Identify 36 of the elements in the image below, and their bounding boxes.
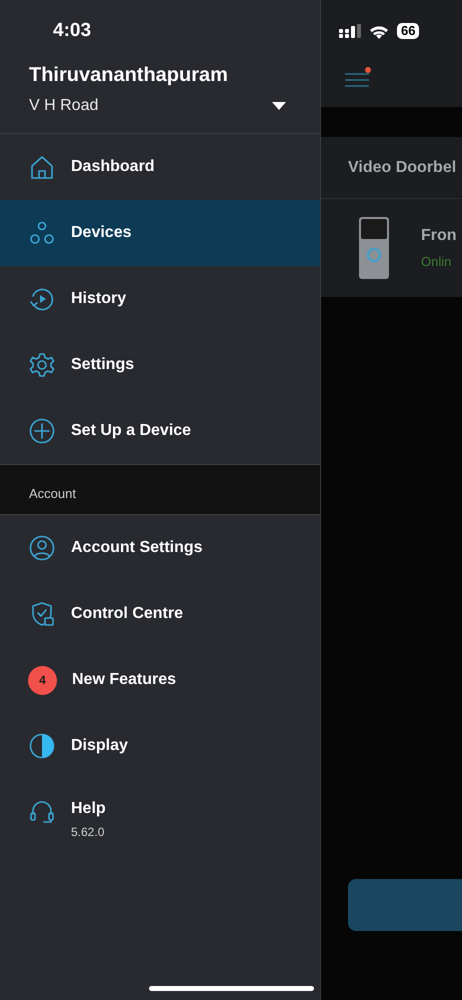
menu-item[interactable]: Control Centre bbox=[0, 581, 320, 647]
battery-indicator: 66 bbox=[397, 23, 420, 39]
section-header: Account bbox=[29, 484, 76, 502]
menu-icon[interactable] bbox=[344, 66, 372, 88]
device-card[interactable]: Fron Onlin bbox=[321, 199, 462, 297]
wifi-icon bbox=[369, 24, 389, 38]
menu-item[interactable]: Display bbox=[0, 713, 320, 779]
user-icon bbox=[28, 534, 56, 562]
dropdown-caret-icon[interactable] bbox=[272, 102, 286, 110]
count-badge: 4 bbox=[28, 666, 57, 694]
status-time: 4:03 bbox=[53, 18, 92, 43]
menu-label: Control Centre bbox=[71, 604, 183, 624]
home-icon bbox=[28, 153, 56, 181]
headset-icon bbox=[28, 798, 56, 826]
location-name: Thiruvananthapuram bbox=[29, 63, 229, 88]
nav-item[interactable]: Dashboard bbox=[0, 134, 320, 200]
device-status: Onlin bbox=[421, 253, 452, 272]
nav-item[interactable]: Devices bbox=[0, 200, 320, 266]
version-text: 5.62.0 bbox=[71, 824, 106, 841]
menu-label: New Features bbox=[72, 670, 176, 690]
doorbell-icon bbox=[357, 217, 391, 279]
menu-item[interactable]: Account Settings bbox=[0, 515, 320, 581]
menu-item[interactable]: Help 5.62.0 bbox=[0, 779, 320, 845]
add-icon bbox=[28, 417, 56, 445]
nav-item[interactable]: Set Up a Device bbox=[0, 398, 320, 464]
contrast-icon bbox=[28, 732, 56, 760]
nav-item[interactable]: Settings bbox=[0, 332, 320, 398]
menu-label: Help bbox=[71, 799, 106, 819]
menu-label: Display bbox=[71, 736, 128, 756]
signal-icon bbox=[339, 24, 361, 38]
location-address: V H Road bbox=[29, 96, 98, 116]
device-name: Fron bbox=[421, 226, 457, 246]
gear-icon bbox=[28, 351, 56, 379]
menu-item[interactable]: 4 New Features bbox=[0, 647, 320, 713]
nav-item[interactable]: History bbox=[0, 266, 320, 332]
menu-label: Account Settings bbox=[71, 538, 203, 558]
